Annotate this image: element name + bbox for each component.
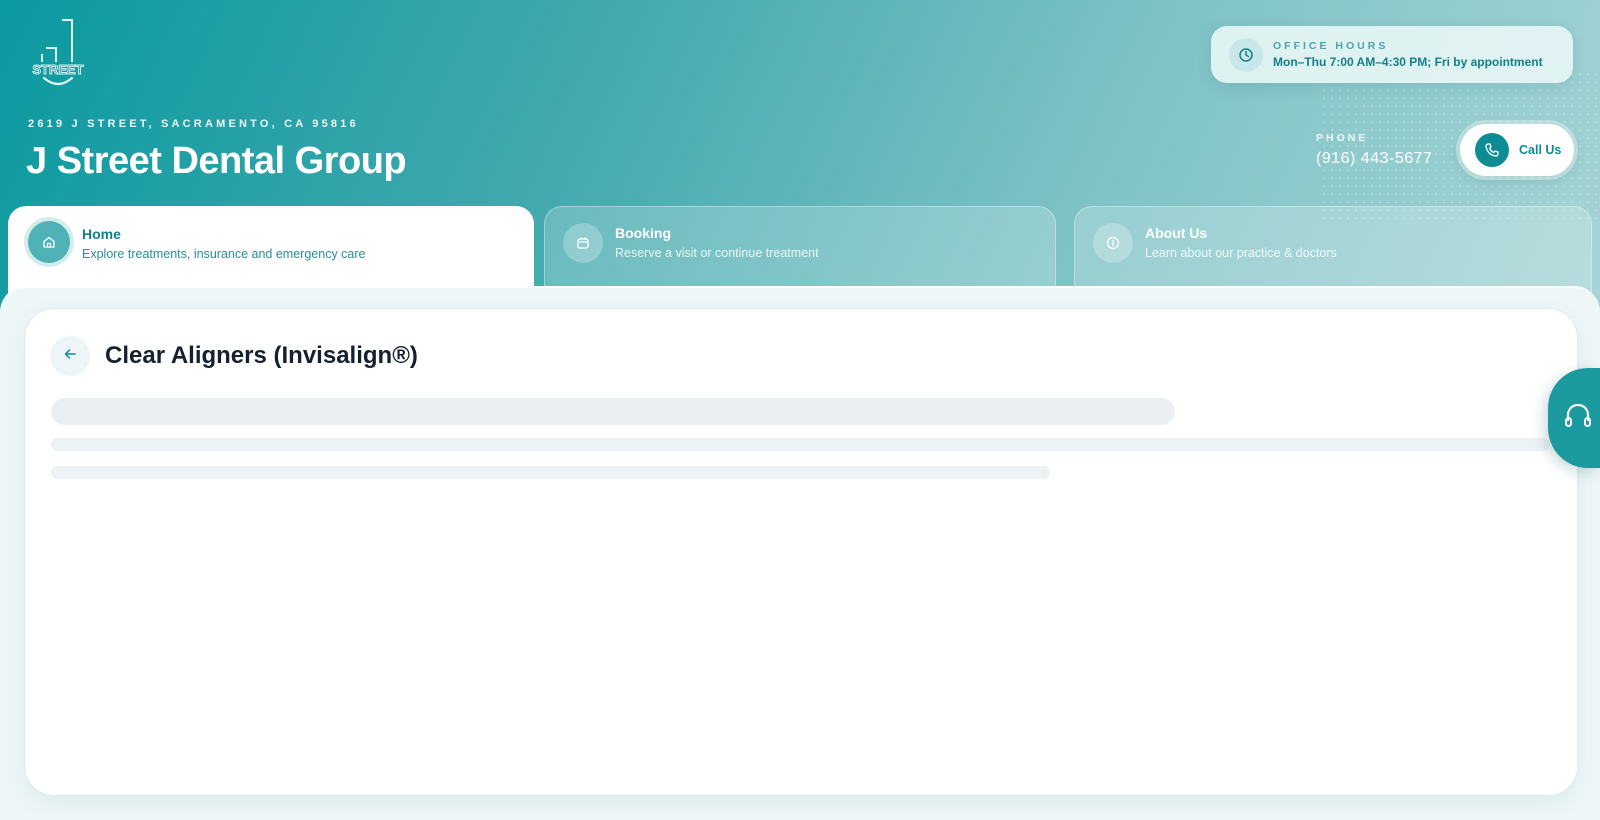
- office-hours-value: Mon–Thu 7:00 AM–4:30 PM; Fri by appointm…: [1273, 55, 1543, 69]
- headset-icon: [1562, 400, 1594, 437]
- brand-logo[interactable]: STREET: [28, 18, 92, 90]
- home-icon: [28, 221, 70, 263]
- loading-skeleton-line: [51, 398, 1175, 425]
- tab-about-us[interactable]: About Us Learn about our practice & doct…: [1074, 206, 1592, 296]
- treatment-detail-card: [24, 308, 1578, 796]
- page-title: Clear Aligners (Invisalign®): [105, 342, 418, 369]
- tab-about-us-subtitle: Learn about our practice & doctors: [1145, 246, 1337, 260]
- clock-icon: [1229, 37, 1263, 72]
- practice-address: 2619 J STREET, SACRAMENTO, CA 95816: [28, 118, 359, 130]
- back-button[interactable]: [50, 336, 90, 376]
- calendar-icon: [563, 223, 603, 263]
- site-title: J Street Dental Group: [26, 140, 407, 182]
- tab-booking-subtitle: Reserve a visit or continue treatment: [615, 246, 819, 260]
- logo-text: STREET: [32, 62, 83, 77]
- tab-booking-title: Booking: [615, 225, 671, 241]
- tab-home-subtitle: Explore treatments, insurance and emerge…: [82, 247, 366, 261]
- tab-about-us-title: About Us: [1145, 225, 1208, 241]
- arrow-left-icon: [63, 347, 77, 366]
- loading-skeleton-line: [51, 438, 1550, 451]
- tab-booking[interactable]: Booking Reserve a visit or continue trea…: [544, 206, 1056, 296]
- support-button[interactable]: [1548, 368, 1600, 468]
- phone-number[interactable]: (916) 443-5677: [1316, 150, 1432, 168]
- tab-home[interactable]: Home Explore treatments, insurance and e…: [8, 206, 534, 296]
- call-us-label: Call Us: [1519, 143, 1562, 157]
- phone-icon: [1475, 133, 1509, 167]
- office-hours-card: OFFICE HOURS Mon–Thu 7:00 AM–4:30 PM; Fr…: [1211, 26, 1573, 83]
- phone-label: PHONE: [1316, 132, 1369, 144]
- tab-home-title: Home: [82, 226, 121, 242]
- call-us-button[interactable]: Call Us: [1460, 124, 1574, 176]
- office-hours-label: OFFICE HOURS: [1273, 40, 1389, 52]
- loading-skeleton-line: [51, 466, 1050, 479]
- info-icon: [1093, 223, 1133, 263]
